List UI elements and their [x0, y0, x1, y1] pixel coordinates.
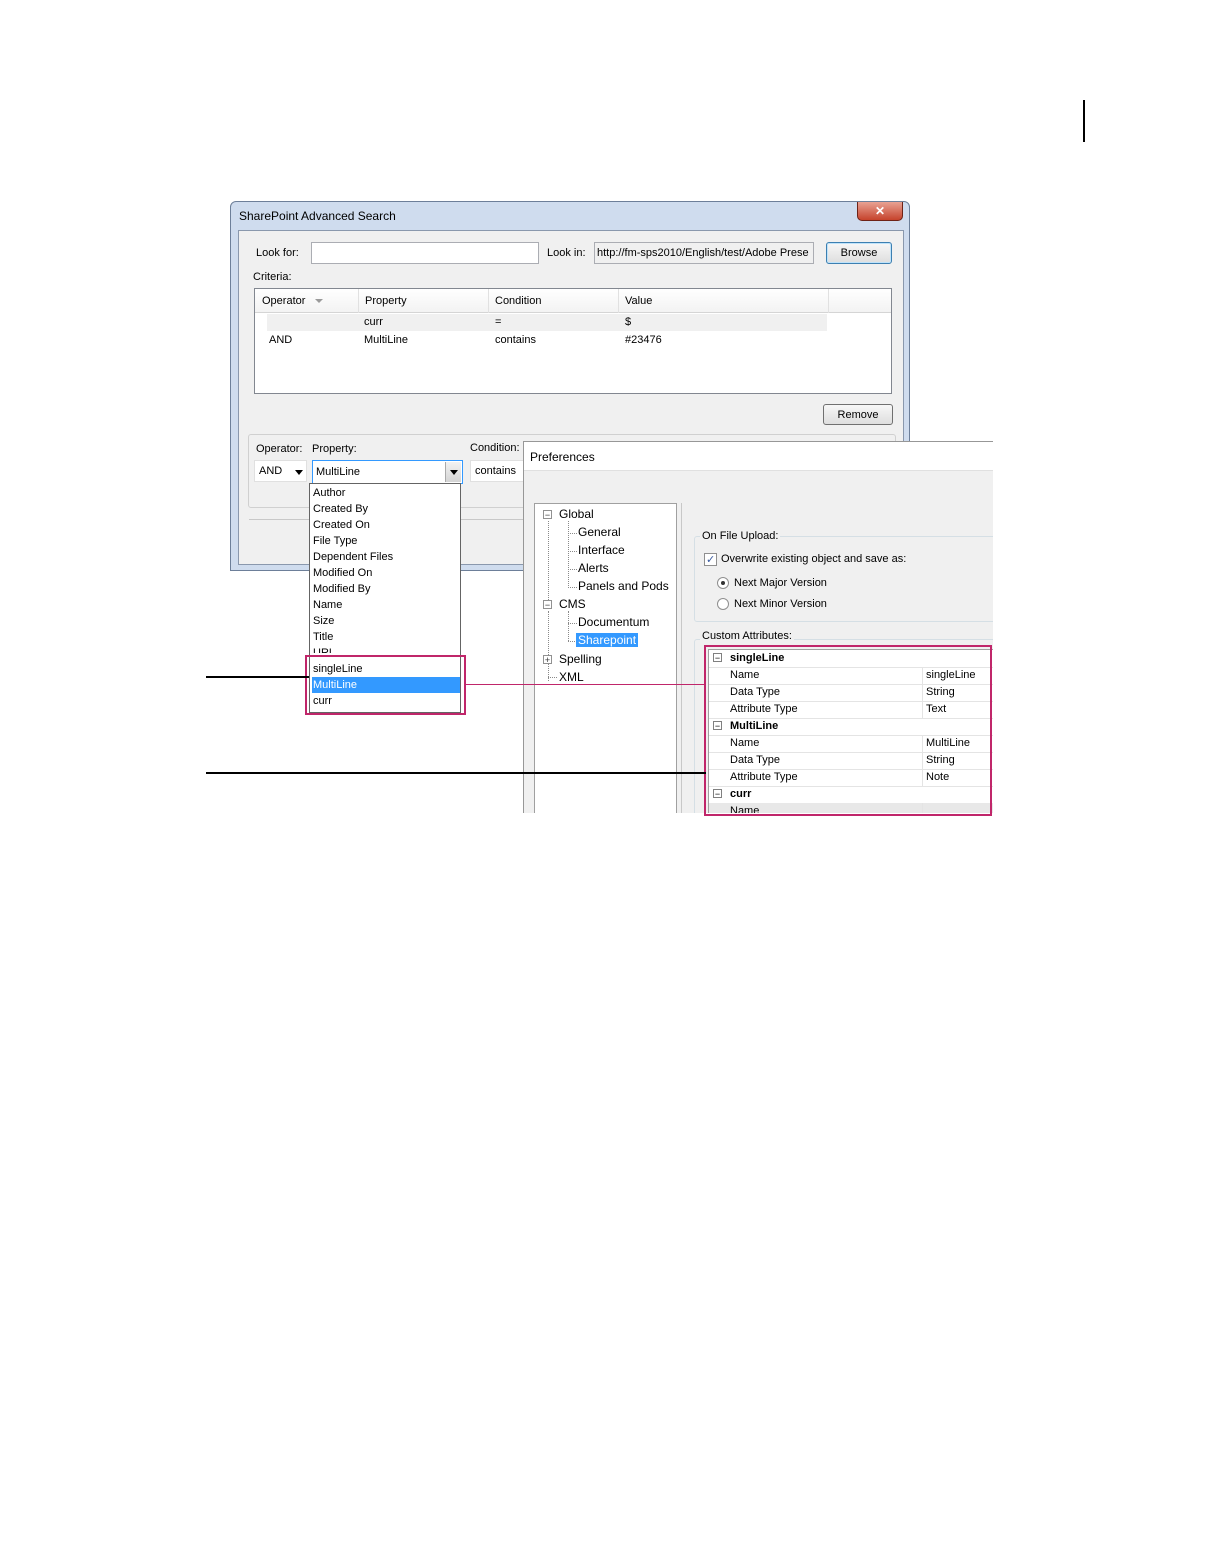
chevron-down-icon	[295, 470, 303, 475]
table-row[interactable]: AND MultiLine contains #23476	[267, 332, 827, 349]
list-item[interactable]: Created On	[312, 517, 460, 533]
operator-select[interactable]: AND	[254, 460, 307, 482]
tree-item-global[interactable]: Global	[559, 507, 594, 521]
next-minor-version-radio[interactable]	[717, 598, 729, 610]
tree-item-sharepoint[interactable]: Sharepoint	[576, 633, 639, 647]
tree-item-cms[interactable]: CMS	[559, 597, 586, 611]
column-header-property[interactable]: Property	[365, 295, 407, 307]
list-item[interactable]: Created By	[312, 501, 460, 517]
tree-item-alerts[interactable]: Alerts	[578, 561, 609, 575]
close-button[interactable]: ✕	[857, 202, 903, 221]
list-item[interactable]: URL	[312, 645, 460, 653]
custom-attributes-label: Custom Attributes:	[700, 630, 794, 642]
overwrite-checkbox[interactable]: ✓	[704, 553, 717, 566]
remove-button[interactable]: Remove	[823, 404, 893, 425]
collapse-icon[interactable]: −	[543, 510, 552, 520]
tree-item-interface[interactable]: Interface	[578, 543, 625, 557]
table-row[interactable]: curr = $	[267, 314, 827, 331]
tree-item-panels-and-pods[interactable]: Panels and Pods	[578, 579, 669, 593]
list-item[interactable]: File Type	[312, 533, 460, 549]
column-header-operator[interactable]: Operator	[262, 295, 305, 307]
look-in-label: Look in:	[547, 247, 586, 259]
on-file-upload-label: On File Upload:	[700, 530, 781, 542]
tree-item-documentum[interactable]: Documentum	[578, 615, 649, 629]
callout-line	[206, 772, 706, 774]
expand-icon[interactable]: +	[543, 655, 552, 665]
panel-divider	[681, 503, 682, 813]
list-item[interactable]: Author	[312, 485, 460, 501]
column-header-value[interactable]: Value	[625, 295, 652, 307]
preferences-titlebar: Preferences	[524, 442, 993, 471]
look-in-field[interactable]: http://fm-sps2010/English/test/Adobe Pre…	[594, 242, 814, 264]
column-separator	[618, 289, 619, 313]
chevron-down-icon	[450, 470, 458, 475]
sort-arrow-icon	[315, 299, 323, 303]
tree-item-xml[interactable]: XML	[559, 670, 584, 684]
property-dropdown-button[interactable]	[445, 462, 461, 482]
condition-label: Condition:	[470, 442, 520, 454]
overwrite-label: Overwrite existing object and save as:	[721, 553, 907, 565]
callout-line	[206, 676, 309, 678]
page-header-rule	[1083, 100, 1085, 142]
custom-properties-highlight	[305, 655, 466, 715]
criteria-label: Criteria:	[253, 271, 292, 283]
radio-selected-dot	[721, 581, 725, 585]
custom-attributes-highlight	[704, 645, 992, 816]
check-icon: ✓	[706, 554, 716, 566]
list-item[interactable]: Modified On	[312, 565, 460, 581]
property-label: Property:	[312, 443, 357, 455]
list-item[interactable]: Modified By	[312, 581, 460, 597]
tree-item-spelling[interactable]: Spelling	[559, 652, 602, 666]
next-major-version-label: Next Major Version	[734, 577, 827, 589]
list-item[interactable]: Name	[312, 597, 460, 613]
criteria-list[interactable]: Operator Property Condition Value curr =…	[254, 288, 892, 394]
look-for-input[interactable]	[311, 242, 539, 264]
browse-button[interactable]: Browse	[826, 242, 892, 264]
look-for-label: Look for:	[256, 247, 299, 259]
criteria-list-header: Operator Property Condition Value	[255, 289, 891, 313]
highlight-connector-line	[466, 684, 706, 685]
collapse-icon[interactable]: −	[543, 600, 552, 610]
operator-label: Operator:	[256, 443, 303, 455]
close-icon: ✕	[874, 204, 886, 218]
column-separator	[358, 289, 359, 313]
column-separator	[488, 289, 489, 313]
tree-item-general[interactable]: General	[578, 525, 621, 539]
category-tree[interactable]: − Global General Interface Alerts Panels…	[534, 503, 677, 813]
next-minor-version-label: Next Minor Version	[734, 598, 827, 610]
condition-select[interactable]: contains	[470, 460, 530, 482]
dialog-title: SharePoint Advanced Search	[239, 209, 396, 223]
next-major-version-radio[interactable]	[717, 577, 729, 589]
column-header-condition[interactable]: Condition	[495, 295, 541, 307]
list-item[interactable]: Size	[312, 613, 460, 629]
property-select[interactable]: MultiLine	[312, 460, 463, 484]
preferences-title: Preferences	[530, 450, 595, 464]
column-separator	[828, 289, 829, 313]
list-item[interactable]: Dependent Files	[312, 549, 460, 565]
list-item[interactable]: Title	[312, 629, 460, 645]
